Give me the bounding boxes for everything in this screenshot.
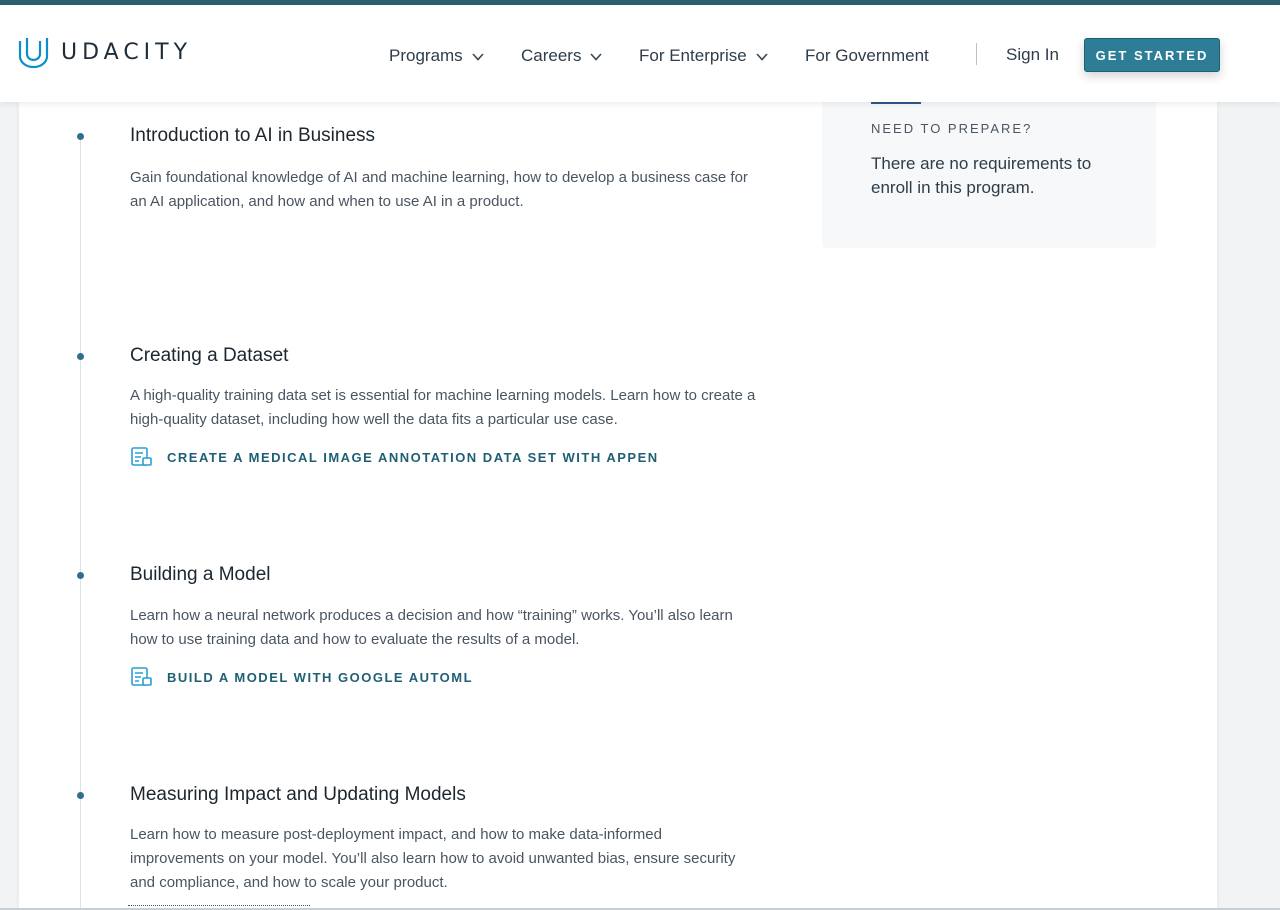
dotted-link-underline <box>128 905 310 906</box>
nav-for-enterprise-label: For Enterprise <box>639 46 747 65</box>
nav-programs-label: Programs <box>389 46 463 65</box>
get-started-button[interactable]: GET STARTED <box>1084 38 1220 72</box>
chevron-down-icon <box>472 53 484 61</box>
timeline-dot <box>77 572 84 579</box>
udacity-logo[interactable]: UDACITY <box>18 36 192 69</box>
lesson-title: Building a Model <box>130 564 271 585</box>
lesson-title: Introduction to AI in Business <box>130 125 376 146</box>
project-document-icon <box>131 667 152 686</box>
udacity-logo-icon <box>18 38 49 69</box>
nav-careers[interactable]: Careers <box>521 46 603 66</box>
sign-in-link[interactable]: Sign In <box>1006 45 1059 65</box>
lesson-description: A high-quality training data set is esse… <box>130 387 756 428</box>
lesson-title: Measuring Impact and Updating Models <box>130 784 466 805</box>
project-link[interactable]: BUILD A MODEL WITH GOOGLE AUTOML <box>131 667 473 687</box>
timeline-dot <box>77 353 84 360</box>
timeline-dot <box>77 792 84 799</box>
project-label: BUILD A MODEL WITH GOOGLE AUTOML <box>167 669 474 685</box>
nav-divider <box>976 43 977 65</box>
lesson-description: Learn how to measure post-deployment imp… <box>130 826 736 891</box>
project-link[interactable]: CREATE A MEDICAL IMAGE ANNOTATION DATA S… <box>131 447 659 467</box>
lesson-description: Learn how a neural network produces a de… <box>130 607 733 648</box>
prepare-text: There are no requirements to enroll in t… <box>871 154 1092 197</box>
logo-wordmark: UDACITY <box>61 40 193 65</box>
chevron-down-icon <box>756 53 768 61</box>
chevron-down-icon <box>590 53 603 61</box>
site-header: UDACITY Programs Careers For Enterprise … <box>0 5 1280 102</box>
nav-programs[interactable]: Programs <box>389 46 484 66</box>
lesson-title: Creating a Dataset <box>130 345 289 366</box>
prepare-heading: NEED TO PREPARE? <box>871 121 1033 136</box>
lesson-description: Gain foundational knowledge of AI and ma… <box>130 169 748 210</box>
project-document-icon <box>131 447 152 466</box>
nav-for-government-label: For Government <box>805 46 929 65</box>
nav-for-enterprise[interactable]: For Enterprise <box>639 46 768 66</box>
timeline-dot <box>77 133 84 140</box>
project-label: CREATE A MEDICAL IMAGE ANNOTATION DATA S… <box>167 449 659 465</box>
nav-careers-label: Careers <box>521 46 582 65</box>
nav-for-government[interactable]: For Government <box>805 46 929 66</box>
prepare-accent-bar <box>871 102 921 104</box>
